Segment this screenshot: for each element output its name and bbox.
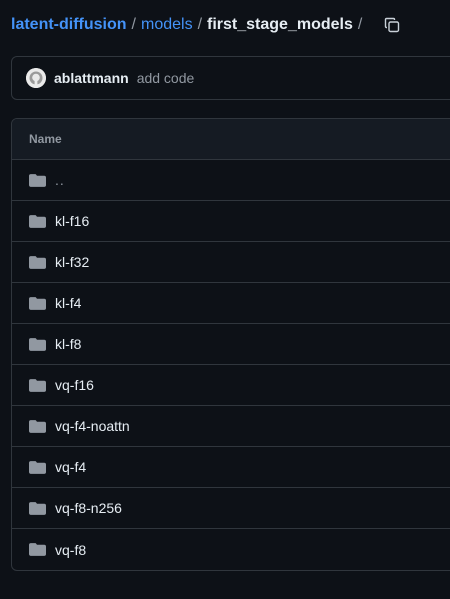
folder-icon — [29, 542, 46, 557]
folder-icon — [29, 173, 46, 188]
name-column-header: Name — [29, 132, 62, 146]
copy-path-button[interactable] — [381, 14, 403, 36]
table-row[interactable]: kl-f8 — [12, 324, 450, 365]
breadcrumb-separator: / — [357, 16, 363, 33]
folder-icon — [29, 255, 46, 270]
table-row[interactable]: vq-f8-n256 — [12, 488, 450, 529]
folder-link[interactable]: kl-f16 — [55, 213, 89, 229]
file-table: Name .. kl-f16 kl-f32 kl-f4 kl-f8 vq-f16… — [11, 118, 450, 571]
table-row[interactable]: kl-f16 — [12, 201, 450, 242]
breadcrumb-repo-link[interactable]: latent-diffusion — [11, 16, 127, 34]
commit-message[interactable]: add code — [137, 70, 195, 86]
folder-link[interactable]: kl-f32 — [55, 254, 89, 270]
folder-icon — [29, 378, 46, 393]
folder-link[interactable]: kl-f4 — [55, 295, 81, 311]
table-row[interactable]: vq-f4-noattn — [12, 406, 450, 447]
folder-link[interactable]: vq-f8-n256 — [55, 500, 122, 516]
folder-link[interactable]: vq-f8 — [55, 542, 86, 558]
folder-icon — [29, 501, 46, 516]
folder-link[interactable]: kl-f8 — [55, 336, 81, 352]
table-row[interactable]: vq-f16 — [12, 365, 450, 406]
github-avatar-icon — [26, 68, 46, 88]
breadcrumb-current: first_stage_models — [207, 16, 353, 33]
folder-icon — [29, 296, 46, 311]
table-row[interactable]: vq-f8 — [12, 529, 450, 570]
commit-author[interactable]: ablattmann — [54, 70, 129, 86]
parent-directory-link[interactable]: .. — [55, 172, 65, 188]
table-row[interactable]: kl-f4 — [12, 283, 450, 324]
author-avatar[interactable] — [26, 68, 46, 88]
folder-icon — [29, 460, 46, 475]
folder-link[interactable]: vq-f16 — [55, 377, 94, 393]
breadcrumb-models-link[interactable]: models — [141, 16, 193, 34]
table-header: Name — [12, 119, 450, 160]
parent-directory-row[interactable]: .. — [12, 160, 450, 201]
folder-icon — [29, 337, 46, 352]
breadcrumb: latent-diffusion / models / first_stage_… — [11, 14, 403, 36]
breadcrumb-separator: / — [197, 16, 203, 33]
folder-link[interactable]: vq-f4 — [55, 459, 86, 475]
breadcrumb-separator: / — [131, 16, 136, 33]
latest-commit-bar: ablattmann add code — [11, 56, 450, 100]
table-row[interactable]: vq-f4 — [12, 447, 450, 488]
folder-icon — [29, 419, 46, 434]
copy-icon — [385, 17, 400, 33]
folder-link[interactable]: vq-f4-noattn — [55, 418, 130, 434]
folder-icon — [29, 214, 46, 229]
table-row[interactable]: kl-f32 — [12, 242, 450, 283]
